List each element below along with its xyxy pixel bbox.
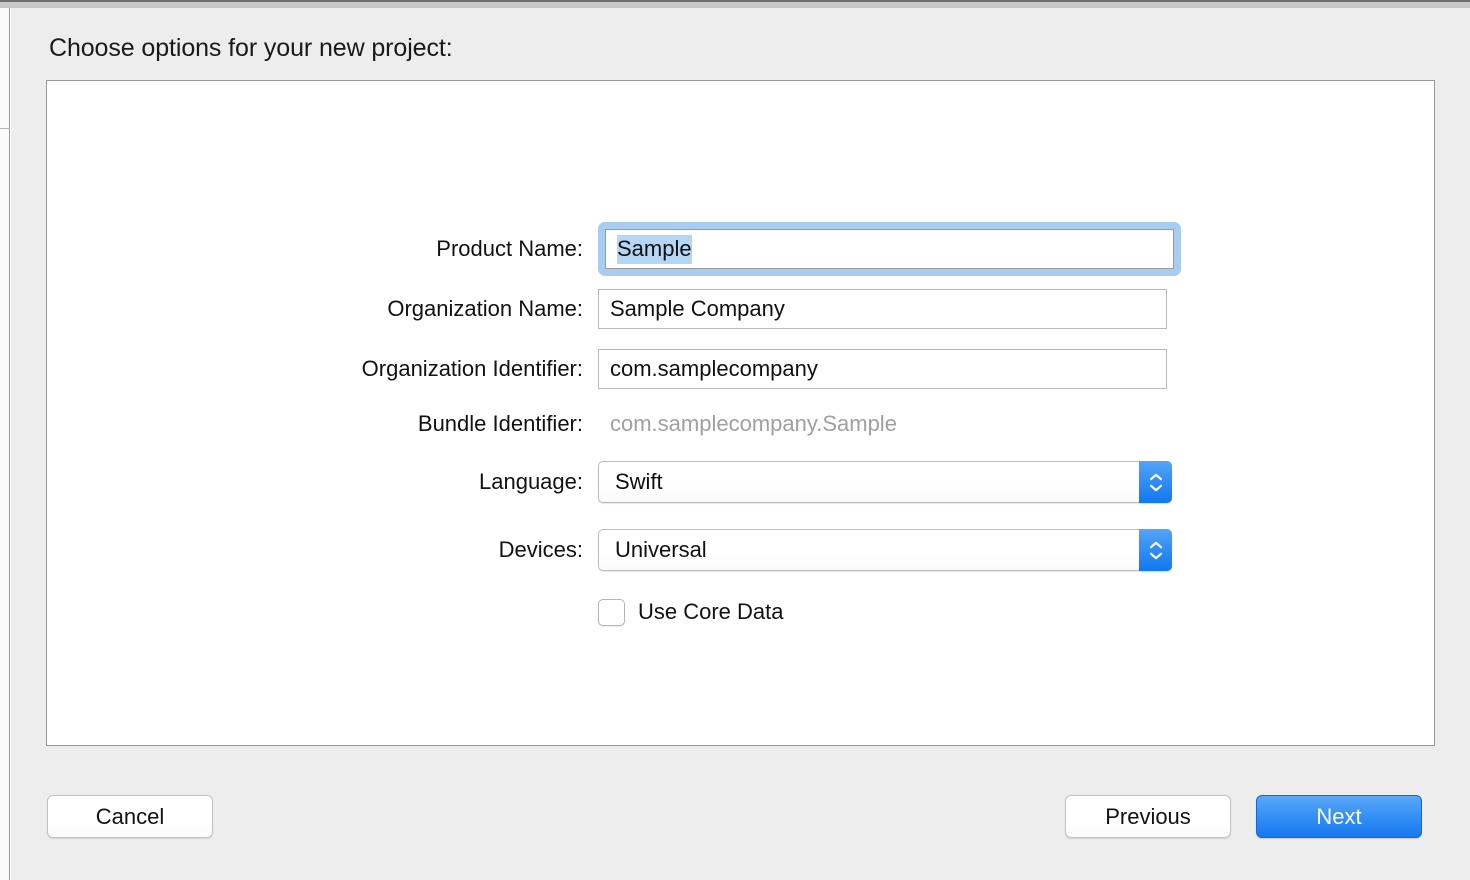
- organization-identifier-label: Organization Identifier:: [361, 356, 583, 381]
- form-row-organization-identifier: Organization Identifier: com.samplecompa…: [47, 346, 1436, 392]
- parent-window-divider: [0, 128, 10, 129]
- chevron-up-icon: [1149, 473, 1162, 480]
- product-name-label: Product Name:: [436, 236, 583, 261]
- organization-identifier-input[interactable]: com.samplecompany: [598, 349, 1167, 389]
- form-row-use-core-data: Use Core Data: [47, 589, 1436, 635]
- bundle-identifier-value: com.samplecompany.Sample: [610, 411, 897, 436]
- window-title-bar: [0, 0, 1470, 8]
- next-button[interactable]: Next: [1256, 795, 1422, 838]
- devices-stepper[interactable]: [1139, 529, 1172, 571]
- language-selected-value: Swift: [615, 469, 663, 494]
- organization-name-input[interactable]: Sample Company: [598, 289, 1167, 329]
- form-row-product-name: Product Name: Sample: [47, 222, 1436, 276]
- language-popup-face: [598, 461, 1139, 503]
- product-name-input[interactable]: Sample: [605, 229, 1174, 269]
- language-popup-button[interactable]: Swift: [598, 461, 1172, 503]
- language-stepper[interactable]: [1139, 461, 1172, 503]
- devices-popup-button[interactable]: Universal: [598, 529, 1172, 571]
- form-row-bundle-identifier: Bundle Identifier: com.samplecompany.Sam…: [47, 401, 1436, 447]
- product-name-focus-ring: Sample: [598, 222, 1181, 276]
- parent-window-edge: [0, 8, 10, 880]
- cancel-button[interactable]: Cancel: [47, 795, 213, 838]
- chevron-up-icon: [1149, 541, 1162, 548]
- dialog-title: Choose options for your new project:: [49, 34, 453, 62]
- language-label: Language:: [479, 469, 583, 494]
- previous-button[interactable]: Previous: [1065, 795, 1231, 838]
- project-options-form: Product Name: Sample Organization Name: …: [47, 81, 1436, 747]
- use-core-data-label: Use Core Data: [638, 599, 784, 624]
- form-row-devices: Devices: Universal: [47, 527, 1436, 573]
- checkbox-box-icon: [598, 598, 625, 626]
- product-name-value: Sample: [617, 234, 692, 264]
- chevron-down-icon: [1149, 484, 1162, 491]
- devices-label: Devices:: [498, 537, 583, 562]
- new-project-options-dialog: Choose options for your new project: Pro…: [11, 8, 1470, 880]
- chevron-down-icon: [1149, 552, 1162, 559]
- options-content-panel: Product Name: Sample Organization Name: …: [46, 80, 1435, 746]
- form-row-organization-name: Organization Name: Sample Company: [47, 286, 1436, 332]
- form-row-language: Language: Swift: [47, 459, 1436, 505]
- bundle-identifier-label: Bundle Identifier:: [417, 411, 583, 436]
- devices-selected-value: Universal: [615, 537, 707, 562]
- use-core-data-checkbox[interactable]: Use Core Data: [598, 598, 784, 626]
- organization-name-label: Organization Name:: [387, 296, 583, 321]
